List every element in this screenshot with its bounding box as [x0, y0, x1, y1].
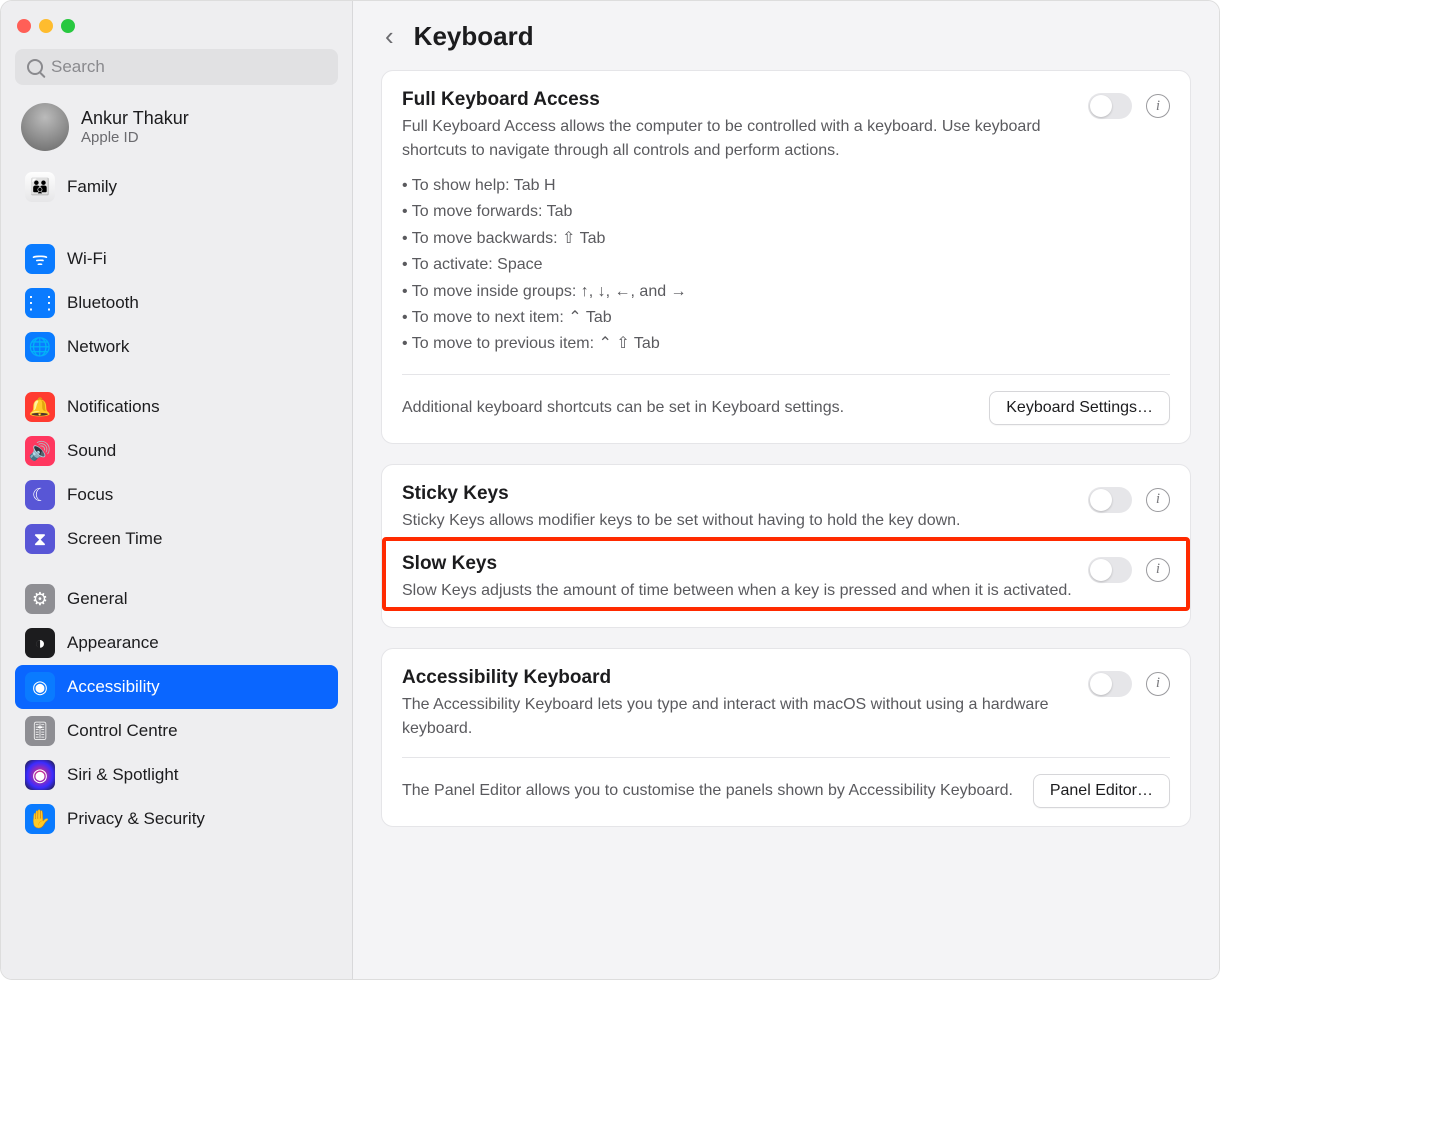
sidebar-item-general[interactable]: ⚙ General — [15, 577, 338, 621]
sidebar-item-label: Sound — [67, 441, 116, 461]
sidebar-item-focus[interactable]: ☾ Focus — [15, 473, 338, 517]
accessibility-keyboard-card: Accessibility Keyboard The Accessibility… — [381, 648, 1191, 827]
bluetooth-icon: ⋮⋮ — [25, 288, 55, 318]
sidebar-item-notifications[interactable]: 🔔 Notifications — [15, 385, 338, 429]
content-header: ‹ Keyboard — [381, 21, 1191, 70]
appearance-icon: ◑ — [25, 628, 55, 658]
network-icon: 🌐 — [25, 332, 55, 362]
search-input[interactable] — [51, 57, 326, 77]
general-icon: ⚙ — [25, 584, 55, 614]
content-pane: ‹ Keyboard Full Keyboard Access Full Key… — [353, 1, 1219, 979]
accessibility-keyboard-desc: The Accessibility Keyboard lets you type… — [402, 693, 1074, 741]
sidebar-item-label: Privacy & Security — [67, 809, 205, 829]
shortcut-item: To move inside groups: ↑, ↓, ←, and → — [402, 279, 1074, 305]
notifications-icon: 🔔 — [25, 392, 55, 422]
info-icon[interactable]: i — [1146, 94, 1170, 118]
shortcut-item: To move to previous item: ⌃ ⇧ Tab — [402, 331, 1074, 357]
sticky-keys-toggle[interactable] — [1088, 487, 1132, 513]
shortcut-item: To move forwards: Tab — [402, 199, 1074, 225]
keyboard-settings-button[interactable]: Keyboard Settings… — [989, 391, 1170, 425]
full-keyboard-access-toggle[interactable] — [1088, 93, 1132, 119]
shortcut-item: To show help: Tab H — [402, 173, 1074, 199]
sidebar-item-label: Control Centre — [67, 721, 178, 741]
sidebar-item-label: Appearance — [67, 633, 159, 653]
accessibility-keyboard-title: Accessibility Keyboard — [402, 667, 1074, 689]
sidebar-item-label: Network — [67, 337, 129, 357]
sticky-keys-title: Sticky Keys — [402, 483, 1074, 505]
full-keyboard-access-desc: Full Keyboard Access allows the computer… — [402, 115, 1074, 163]
sidebar-item-controlcentre[interactable]: 🎚 Control Centre — [15, 709, 338, 753]
sidebar-item-screentime[interactable]: ⧗ Screen Time — [15, 517, 338, 561]
sidebar-item-label: Family — [67, 177, 117, 197]
back-button[interactable]: ‹ — [381, 21, 398, 52]
slow-keys-section: Slow Keys Slow Keys adjusts the amount o… — [384, 539, 1188, 609]
family-icon: 👪 — [25, 172, 55, 202]
sidebar-item-label: Accessibility — [67, 677, 160, 697]
accessibility-keyboard-toggle[interactable] — [1088, 671, 1132, 697]
focus-icon: ☾ — [25, 480, 55, 510]
accessibility-icon: ◉ — [25, 672, 55, 702]
fullscreen-window-button[interactable] — [61, 19, 75, 33]
controlcentre-icon: 🎚 — [25, 716, 55, 746]
full-keyboard-access-title: Full Keyboard Access — [402, 89, 1074, 111]
screentime-icon: ⧗ — [25, 524, 55, 554]
sidebar-item-wifi[interactable]: ᯤ Wi-Fi — [15, 237, 338, 281]
sidebar-item-privacy[interactable]: ✋ Privacy & Security — [15, 797, 338, 841]
slow-keys-desc: Slow Keys adjusts the amount of time bet… — [402, 579, 1074, 603]
avatar — [21, 103, 69, 151]
close-window-button[interactable] — [17, 19, 31, 33]
sidebar-item-label: Focus — [67, 485, 113, 505]
sidebar-item-family[interactable]: 👪 Family — [15, 165, 338, 209]
sidebar-item-network[interactable]: 🌐 Network — [15, 325, 338, 369]
privacy-icon: ✋ — [25, 804, 55, 834]
full-keyboard-access-card: Full Keyboard Access Full Keyboard Acces… — [381, 70, 1191, 444]
slow-keys-title: Slow Keys — [402, 553, 1074, 575]
shortcut-item: To activate: Space — [402, 252, 1074, 278]
search-field[interactable] — [15, 49, 338, 85]
panel-editor-hint: The Panel Editor allows you to customise… — [402, 779, 1019, 803]
sound-icon: 🔊 — [25, 436, 55, 466]
sidebar-item-label: Wi-Fi — [67, 249, 107, 269]
shortcut-item: To move backwards: ⇧ Tab — [402, 226, 1074, 252]
info-icon[interactable]: i — [1146, 672, 1170, 696]
sidebar-item-bluetooth[interactable]: ⋮⋮ Bluetooth — [15, 281, 338, 325]
sticky-keys-desc: Sticky Keys allows modifier keys to be s… — [402, 509, 1074, 533]
shortcut-item: To move to next item: ⌃ Tab — [402, 305, 1074, 331]
page-title: Keyboard — [414, 21, 534, 52]
sidebar-item-label: General — [67, 589, 127, 609]
account-name: Ankur Thakur — [81, 108, 189, 129]
keyboard-settings-hint: Additional keyboard shortcuts can be set… — [402, 396, 975, 420]
sidebar-item-label: Bluetooth — [67, 293, 139, 313]
sidebar-item-label: Siri & Spotlight — [67, 765, 179, 785]
sidebar-item-appearance[interactable]: ◑ Appearance — [15, 621, 338, 665]
sidebar: Ankur Thakur Apple ID 👪 Family ᯤ Wi-Fi ⋮⋮ B… — [1, 1, 353, 979]
settings-window: Ankur Thakur Apple ID 👪 Family ᯤ Wi-Fi ⋮⋮ B… — [0, 0, 1220, 980]
apple-id-account[interactable]: Ankur Thakur Apple ID — [15, 91, 338, 159]
info-icon[interactable]: i — [1146, 558, 1170, 582]
panel-editor-button[interactable]: Panel Editor… — [1033, 774, 1170, 808]
full-keyboard-access-shortcuts: To show help: Tab HTo move forwards: Tab… — [402, 173, 1074, 358]
slow-keys-toggle[interactable] — [1088, 557, 1132, 583]
window-controls — [15, 15, 338, 43]
minimize-window-button[interactable] — [39, 19, 53, 33]
sidebar-item-label: Notifications — [67, 397, 160, 417]
account-sub: Apple ID — [81, 129, 189, 146]
search-icon — [27, 59, 43, 75]
siri-icon: ◉ — [25, 760, 55, 790]
sidebar-item-sound[interactable]: 🔊 Sound — [15, 429, 338, 473]
keys-card: Sticky Keys Sticky Keys allows modifier … — [381, 464, 1191, 628]
sidebar-item-label: Screen Time — [67, 529, 162, 549]
sidebar-item-siri[interactable]: ◉ Siri & Spotlight — [15, 753, 338, 797]
wifi-icon: ᯤ — [25, 244, 55, 274]
info-icon[interactable]: i — [1146, 488, 1170, 512]
sidebar-item-accessibility[interactable]: ◉ Accessibility — [15, 665, 338, 709]
